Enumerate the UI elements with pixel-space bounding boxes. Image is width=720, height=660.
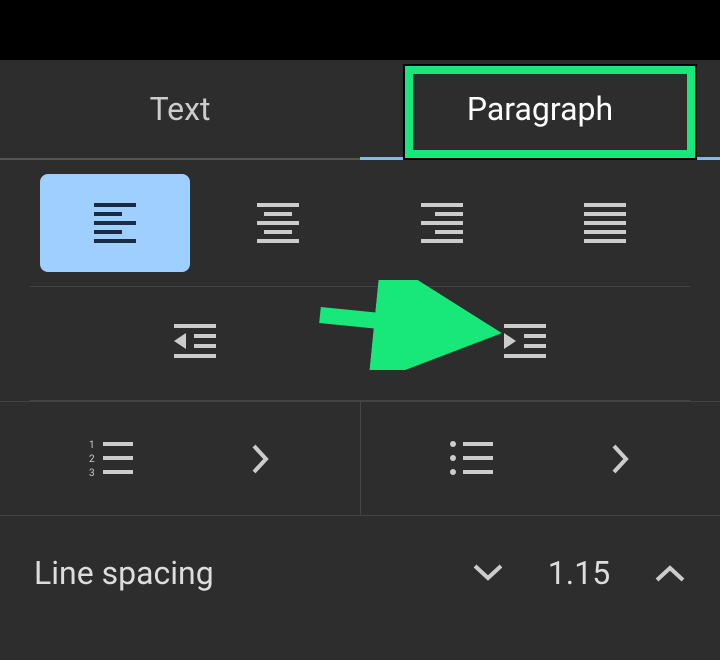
formatting-panel: Text Paragraph [0, 60, 720, 660]
decrease-indent-button[interactable] [30, 287, 360, 400]
align-right-icon [421, 203, 463, 243]
tab-paragraph[interactable]: Paragraph [360, 60, 720, 158]
align-left-icon [94, 203, 136, 243]
chevron-down-icon [472, 563, 504, 583]
align-left-button[interactable] [40, 174, 190, 272]
svg-text:1: 1 [89, 440, 95, 451]
bulleted-list-icon [449, 440, 493, 478]
tab-text[interactable]: Text [0, 60, 360, 158]
bulleted-list-button[interactable] [449, 440, 493, 478]
indent-row [30, 287, 690, 401]
svg-text:3: 3 [89, 468, 95, 478]
align-justify-icon [584, 203, 626, 243]
list-row: 1 2 3 [0, 401, 720, 515]
align-center-icon [257, 203, 299, 243]
line-spacing-row: Line spacing 1.15 [0, 515, 720, 629]
line-spacing-label: Line spacing [34, 554, 472, 592]
chevron-right-icon [251, 443, 271, 475]
align-right-button[interactable] [367, 174, 517, 272]
decrease-indent-icon [174, 324, 216, 364]
increase-indent-button[interactable] [360, 287, 690, 400]
numbered-list-icon: 1 2 3 [89, 440, 133, 478]
numbered-list-more-button[interactable] [251, 443, 271, 475]
numbered-list-button[interactable]: 1 2 3 [89, 440, 133, 478]
svg-text:2: 2 [89, 454, 95, 465]
align-justify-button[interactable] [530, 174, 680, 272]
align-center-button[interactable] [203, 174, 353, 272]
increase-indent-icon [504, 324, 546, 364]
tab-text-label: Text [150, 90, 211, 128]
tab-paragraph-label: Paragraph [467, 90, 613, 128]
alignment-row [30, 160, 690, 287]
chevron-up-icon [654, 563, 686, 583]
line-spacing-decrease-button[interactable] [472, 563, 504, 583]
chevron-right-icon [611, 443, 631, 475]
tab-bar: Text Paragraph [0, 60, 720, 160]
line-spacing-value: 1.15 [544, 554, 614, 592]
line-spacing-increase-button[interactable] [654, 563, 686, 583]
bulleted-list-more-button[interactable] [611, 443, 631, 475]
